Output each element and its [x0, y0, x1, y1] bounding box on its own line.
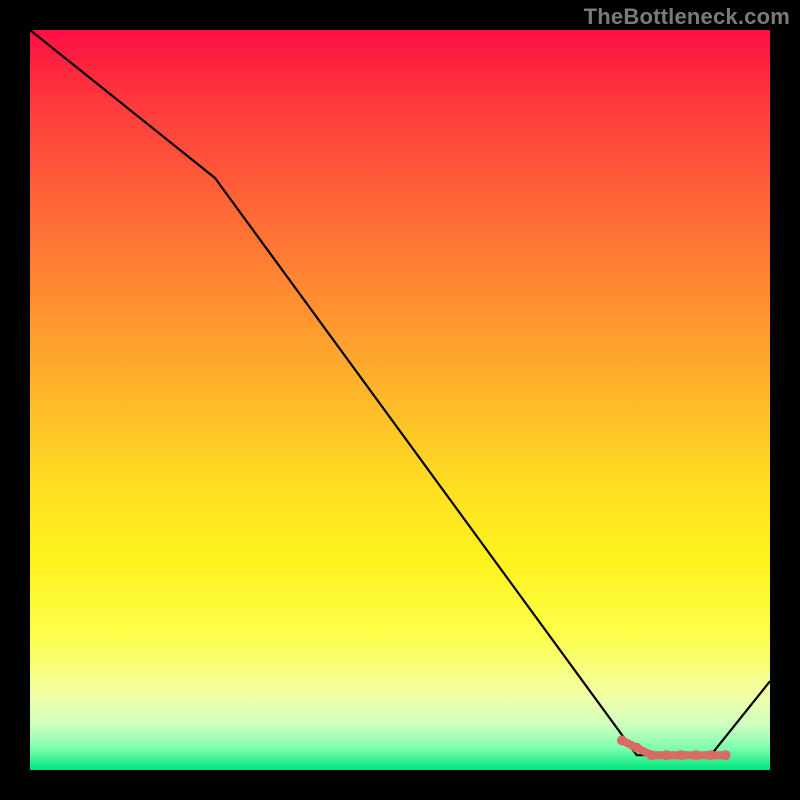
chart-frame: TheBottleneck.com [0, 0, 800, 800]
highlight-dot [706, 750, 716, 760]
highlight-dot [647, 750, 657, 760]
highlight-dot [632, 743, 642, 753]
highlight-dot [661, 750, 671, 760]
highlight-markers [617, 735, 731, 760]
watermark-text: TheBottleneck.com [584, 4, 790, 30]
highlight-dot [691, 750, 701, 760]
highlight-dot [617, 735, 627, 745]
bottleneck-curve [30, 30, 770, 755]
highlight-dot [676, 750, 686, 760]
highlight-dot [721, 750, 731, 760]
chart-svg [30, 30, 770, 770]
